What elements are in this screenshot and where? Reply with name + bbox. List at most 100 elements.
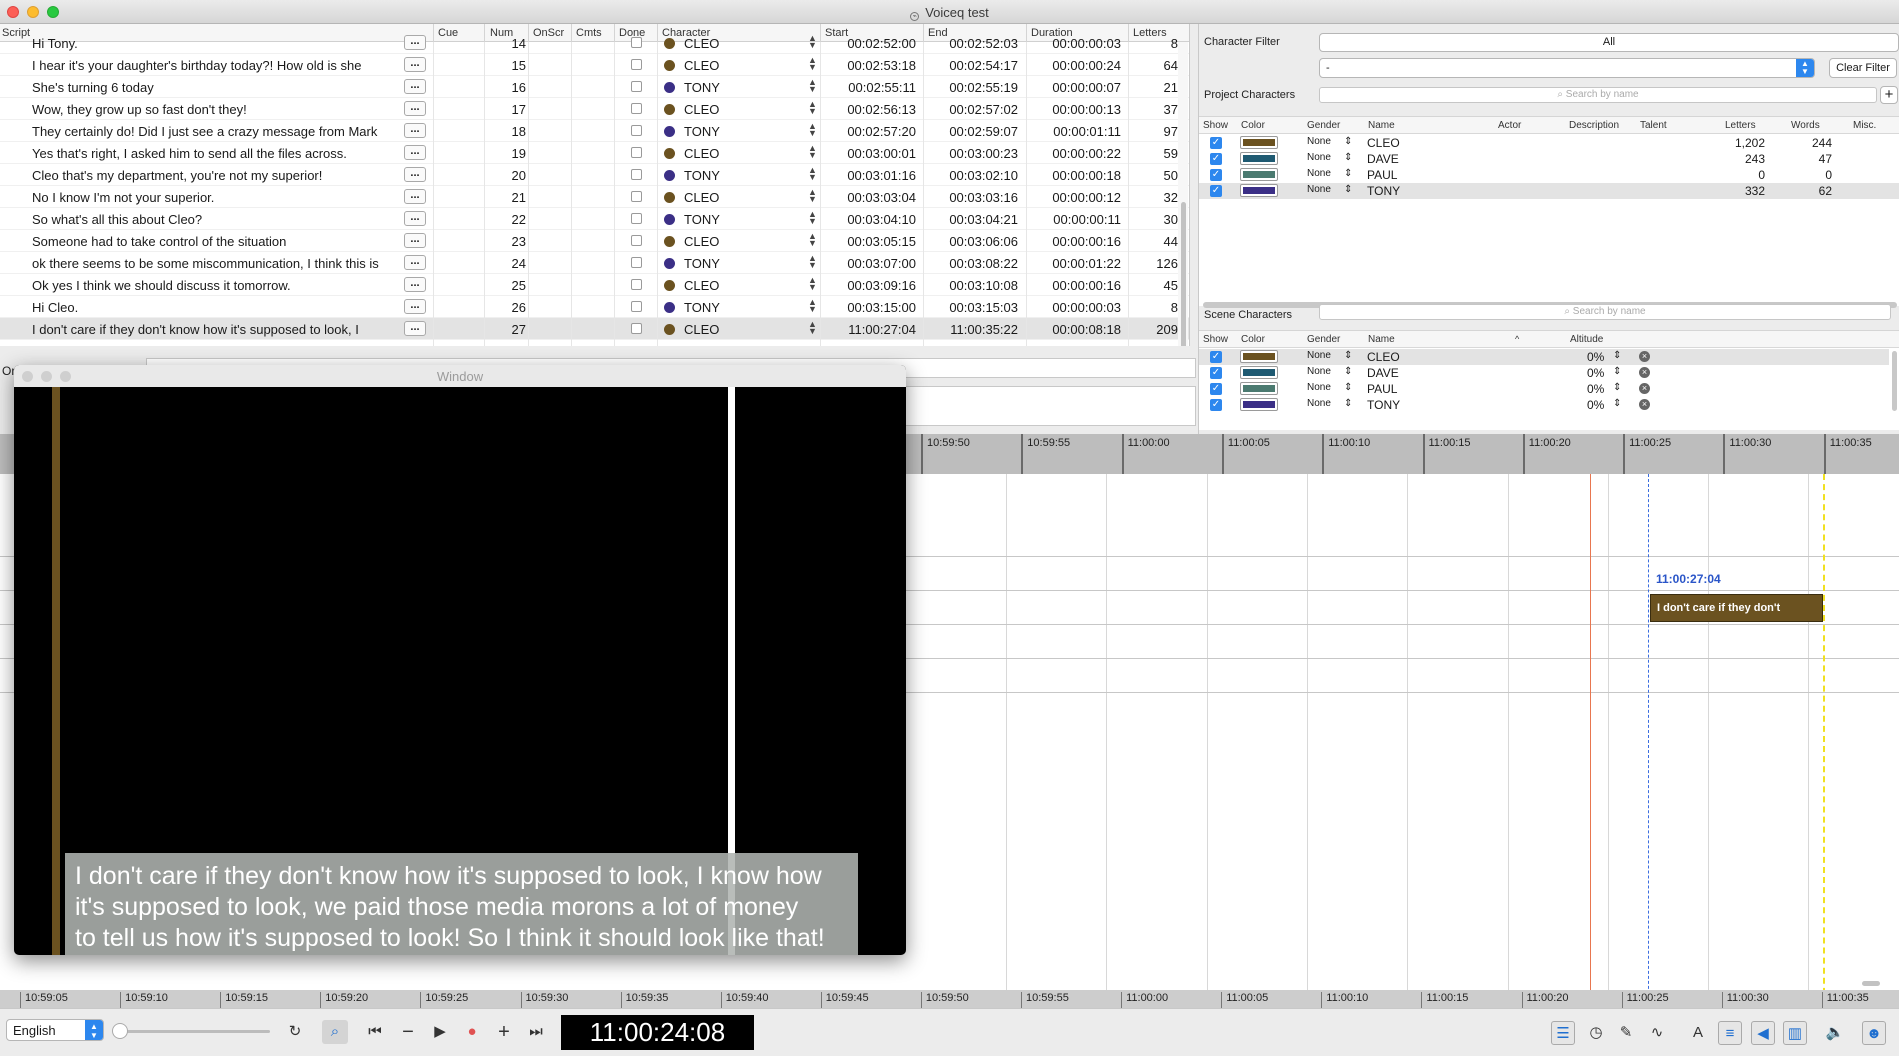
pcol-color[interactable]: Color (1241, 120, 1265, 131)
scol-color[interactable]: Color (1241, 334, 1265, 345)
scol-gender[interactable]: Gender (1307, 334, 1340, 345)
pcol-talent[interactable]: Talent (1640, 120, 1667, 131)
edit-dots-button[interactable]: ... (404, 145, 426, 160)
notes-field[interactable] (904, 386, 1196, 426)
table-row[interactable]: So what's all this about Cleo?... 22 TONY ▲… (0, 208, 1189, 230)
altitude-value[interactable]: 0% (1587, 366, 1604, 380)
scol-altitude[interactable]: Altitude (1570, 334, 1603, 345)
script-text[interactable]: I don't care if they don't know how it's… (32, 322, 397, 337)
table-row[interactable]: Cleo that's my department, you're not my… (0, 164, 1189, 186)
gender-stepper-icon[interactable]: ⇕ (1344, 382, 1352, 393)
start-time[interactable]: 00:03:15:00 (826, 300, 916, 315)
character-name[interactable]: CLEO (684, 322, 774, 337)
altitude-value[interactable]: 0% (1587, 382, 1604, 396)
text-style-icon[interactable]: A (1686, 1021, 1710, 1045)
character-name[interactable]: CLEO (684, 190, 774, 205)
pcol-letters[interactable]: Letters (1725, 120, 1756, 131)
end-time[interactable]: 00:03:06:06 (928, 234, 1018, 249)
clock-icon[interactable]: ◷ (1584, 1021, 1608, 1045)
character-stepper-icon[interactable]: ▲▼ (808, 35, 816, 49)
start-time[interactable]: 00:03:01:16 (826, 168, 916, 183)
character-name[interactable]: TONY (684, 300, 774, 315)
clear-filter-button[interactable]: Clear Filter (1829, 58, 1897, 78)
language-select[interactable]: English ▲ ▼ (6, 1019, 104, 1041)
character-stepper-icon[interactable]: ▲▼ (808, 277, 816, 291)
character-name[interactable]: CLEO (684, 36, 774, 51)
end-time[interactable]: 00:03:10:08 (928, 278, 1018, 293)
edit-dots-button[interactable]: ... (404, 79, 426, 94)
pcol-actor[interactable]: Actor (1498, 120, 1521, 131)
start-time[interactable]: 00:02:55:11 (826, 80, 916, 95)
table-row[interactable]: Hi Tony.... 14 CLEO ▲▼ 00:02:52:00 00:02:52:0… (0, 32, 1189, 54)
start-time[interactable]: 00:02:53:18 (826, 58, 916, 73)
filter-all-button[interactable]: All (1319, 33, 1899, 52)
skip-end-icon[interactable]: ⏭ (523, 1020, 549, 1044)
character-name[interactable]: PAUL (1367, 382, 1397, 396)
character-name[interactable]: DAVE (1367, 366, 1399, 380)
timeline-scrollbar[interactable] (1862, 981, 1880, 986)
pencil-icon[interactable]: ✎ (1614, 1021, 1638, 1045)
script-text[interactable]: They certainly do! Did I just see a craz… (32, 124, 397, 139)
edit-dots-button[interactable]: ... (404, 233, 426, 248)
remove-icon[interactable]: × (1639, 399, 1650, 410)
remove-icon[interactable]: × (1639, 351, 1650, 362)
color-swatch[interactable] (1240, 152, 1278, 165)
remove-icon[interactable]: × (1639, 367, 1650, 378)
table-row[interactable]: Someone had to take control of the situa… (0, 230, 1189, 252)
character-name[interactable]: CLEO (684, 278, 774, 293)
project-character-row[interactable]: ✓ None ⇕ DAVE 243 47 (1199, 151, 1899, 167)
show-checkbox[interactable]: ✓ (1210, 367, 1222, 379)
list-view-icon[interactable]: ☰ (1551, 1021, 1575, 1045)
scene-character-row[interactable]: ✓ None ⇕ CLEO 0% ⇕ × (1199, 349, 1889, 365)
character-name[interactable]: CLEO (684, 146, 774, 161)
color-swatch[interactable] (1240, 366, 1278, 379)
add-character-button[interactable]: + (1880, 86, 1898, 104)
speed-slider-knob[interactable] (112, 1023, 128, 1039)
character-name[interactable]: CLEO (684, 102, 774, 117)
scene-character-row[interactable]: ✓ None ⇕ TONY 0% ⇕ × (1199, 397, 1889, 413)
character-stepper-icon[interactable]: ▲▼ (808, 101, 816, 115)
done-checkbox[interactable] (631, 213, 642, 224)
gender-stepper-icon[interactable]: ⇕ (1344, 136, 1352, 147)
start-time[interactable]: 00:03:04:10 (826, 212, 916, 227)
table-row[interactable]: She's turning 6 today... 16 TONY ▲▼ 00:02:55… (0, 76, 1189, 98)
character-filter-select[interactable]: - ▲ ▼ (1319, 58, 1815, 78)
edit-dots-button[interactable]: ... (404, 123, 426, 138)
start-time[interactable]: 11:00:27:04 (826, 322, 916, 337)
show-checkbox[interactable]: ✓ (1210, 399, 1222, 411)
next-icon[interactable]: + (491, 1020, 517, 1044)
character-stepper-icon[interactable]: ▲▼ (808, 145, 816, 159)
done-checkbox[interactable] (631, 125, 642, 136)
subtitle-icon[interactable]: ≡ (1718, 1021, 1742, 1045)
character-name[interactable]: TONY (1367, 398, 1400, 412)
script-text[interactable]: No I know I'm not your superior. (32, 190, 397, 205)
character-name[interactable]: TONY (684, 256, 774, 271)
video-zoom-button[interactable] (60, 371, 71, 382)
script-text[interactable]: Wow, they grow up so fast don't they! (32, 102, 397, 117)
edit-dots-button[interactable]: ... (404, 189, 426, 204)
color-swatch[interactable] (1240, 350, 1278, 363)
done-checkbox[interactable] (631, 169, 642, 180)
end-time[interactable]: 00:03:00:23 (928, 146, 1018, 161)
start-time[interactable]: 00:03:00:01 (826, 146, 916, 161)
done-checkbox[interactable] (631, 257, 642, 268)
end-time[interactable]: 00:02:55:19 (928, 80, 1018, 95)
character-stepper-icon[interactable]: ▲▼ (808, 233, 816, 247)
edit-dots-button[interactable]: ... (404, 57, 426, 72)
gender-stepper-icon[interactable]: ⇕ (1344, 398, 1352, 409)
altitude-value[interactable]: 0% (1587, 398, 1604, 412)
character-name[interactable]: CLEO (1367, 350, 1400, 364)
speed-slider-track[interactable] (118, 1030, 270, 1033)
streamer-icon[interactable]: ◀ (1751, 1021, 1775, 1045)
table-row[interactable]: I don't care if they don't know how it's… (0, 318, 1189, 340)
done-checkbox[interactable] (631, 323, 642, 334)
pcol-description[interactable]: Description (1569, 120, 1619, 131)
character-stepper-icon[interactable]: ▲▼ (808, 299, 816, 313)
end-time[interactable]: 00:03:15:03 (928, 300, 1018, 315)
columns-icon[interactable]: ▥ (1783, 1021, 1807, 1045)
character-stepper-icon[interactable]: ▲▼ (808, 57, 816, 71)
start-time[interactable]: 00:02:52:00 (826, 36, 916, 51)
script-text[interactable]: Someone had to take control of the situa… (32, 234, 397, 249)
character-name[interactable]: DAVE (1367, 152, 1399, 166)
show-checkbox[interactable]: ✓ (1210, 185, 1222, 197)
